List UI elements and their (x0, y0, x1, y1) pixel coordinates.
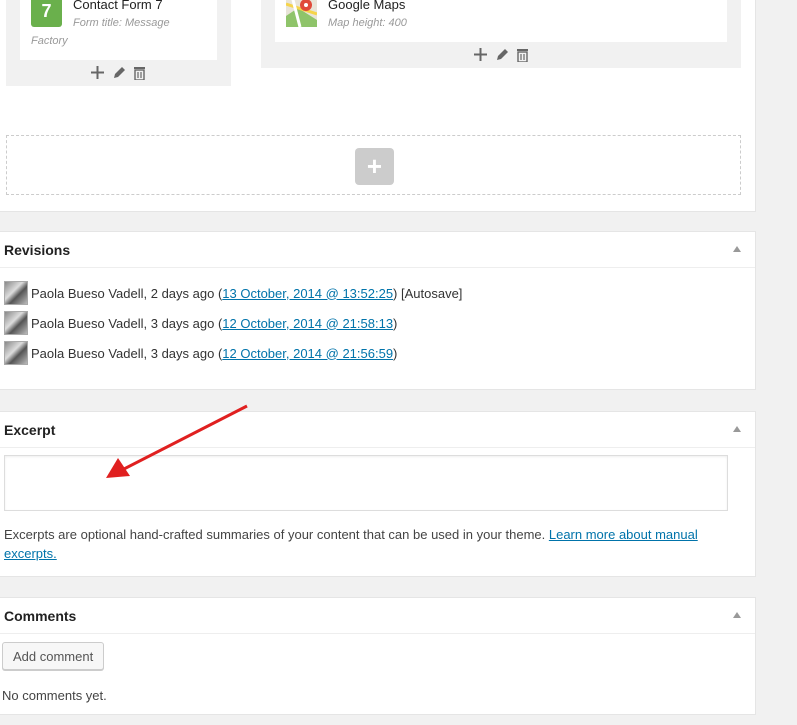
avatar (4, 311, 28, 335)
add-row-button[interactable]: + (355, 148, 394, 185)
trash-icon[interactable] (132, 65, 147, 80)
revision-item: Paola Bueso Vadell, 3 days ago ( 12 Octo… (4, 341, 397, 365)
trash-icon[interactable] (515, 47, 530, 62)
widget-subtitle-line1: Form title: Message (73, 17, 170, 29)
revision-suffix: ) (393, 345, 398, 361)
no-comments-text: No comments yet. (2, 688, 107, 703)
widget-subtitle-line2: Factory (31, 35, 68, 47)
revision-author: Paola Bueso Vadell, 2 days ago ( (31, 285, 223, 301)
widget-title: Contact Form 7 (73, 0, 163, 12)
page-builder-panel: 7 Contact Form 7 Form title: Message Fac… (0, 0, 756, 212)
revision-item: Paola Bueso Vadell, 2 days ago ( 13 Octo… (4, 281, 462, 305)
postbox-header[interactable]: Comments (0, 598, 755, 634)
revision-date-link[interactable]: 12 October, 2014 @ 21:56:59 (222, 346, 393, 361)
widget-subtitle: Map height: 400 (328, 17, 407, 29)
add-icon[interactable] (473, 47, 488, 62)
avatar (4, 341, 28, 365)
excerpt-help-text: Excerpts are optional hand-crafted summa… (4, 525, 734, 563)
revision-item: Paola Bueso Vadell, 3 days ago ( 12 Octo… (4, 311, 397, 335)
widget-tools (90, 65, 147, 80)
collapse-arrow-icon[interactable] (733, 246, 741, 252)
revision-date-link[interactable]: 12 October, 2014 @ 21:58:13 (222, 316, 393, 331)
google-maps-icon (285, 0, 318, 28)
widget-tools (473, 47, 530, 62)
widget-contact-form-7[interactable]: 7 Contact Form 7 Form title: Message Fac… (20, 0, 217, 60)
revisions-postbox: Revisions Paola Bueso Vadell, 2 days ago… (0, 231, 756, 390)
postbox-title: Excerpt (4, 422, 56, 438)
revision-suffix: ) (393, 315, 398, 331)
postbox-title: Comments (4, 608, 77, 624)
widget-title: Google Maps (328, 0, 406, 12)
avatar (4, 281, 28, 305)
revision-author: Paola Bueso Vadell, 3 days ago ( (31, 345, 223, 361)
annotation-arrow-icon (106, 404, 248, 478)
collapse-arrow-icon[interactable] (733, 426, 741, 432)
revision-date-link[interactable]: 13 October, 2014 @ 13:52:25 (222, 286, 393, 301)
revision-suffix: ) [Autosave] (393, 285, 463, 301)
postbox-title: Revisions (4, 242, 71, 258)
contact-form-7-icon: 7 (31, 0, 62, 27)
add-row-dropzone: + (6, 135, 741, 195)
comments-postbox: Comments Add comment No comments yet. (0, 597, 756, 715)
add-comment-button[interactable]: Add comment (2, 642, 105, 670)
builder-column-right: Google Maps Map height: 400 (261, 0, 741, 68)
add-icon[interactable] (90, 65, 105, 80)
collapse-arrow-icon[interactable] (733, 612, 741, 618)
edit-pencil-icon[interactable] (111, 65, 126, 80)
edit-pencil-icon[interactable] (494, 47, 509, 62)
postbox-header[interactable]: Revisions (0, 232, 755, 268)
widget-google-maps[interactable]: Google Maps Map height: 400 (275, 0, 727, 42)
builder-column-left: 7 Contact Form 7 Form title: Message Fac… (6, 0, 231, 86)
excerpt-help-description: Excerpts are optional hand-crafted summa… (4, 527, 549, 542)
revision-author: Paola Bueso Vadell, 3 days ago ( (31, 315, 223, 331)
